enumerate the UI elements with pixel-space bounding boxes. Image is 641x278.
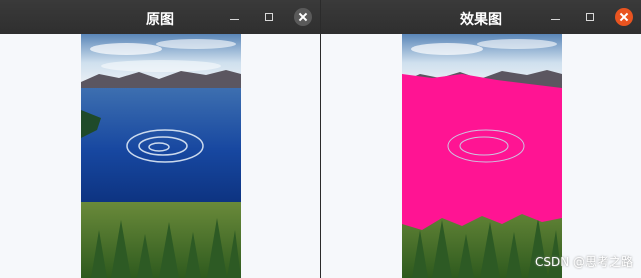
watermark: CSDN @思考之路 [534, 255, 633, 269]
image-canvas: CSDN @思考之路 [321, 34, 641, 278]
title-bar[interactable]: 原图 [0, 0, 320, 34]
minimize-button[interactable] [226, 8, 244, 26]
close-button[interactable] [294, 8, 312, 26]
effect-image-window: 效果图 CSDN @思考之路 [321, 0, 641, 278]
title-bar[interactable]: 效果图 [321, 0, 641, 34]
minimize-button[interactable] [547, 8, 565, 26]
image-canvas [0, 34, 320, 278]
close-button[interactable] [615, 8, 633, 26]
maximize-button[interactable] [260, 8, 278, 26]
original-landscape-image [81, 34, 241, 278]
original-image-window: 原图 [0, 0, 320, 278]
effect-landscape-image [402, 34, 562, 278]
maximize-button[interactable] [581, 8, 599, 26]
